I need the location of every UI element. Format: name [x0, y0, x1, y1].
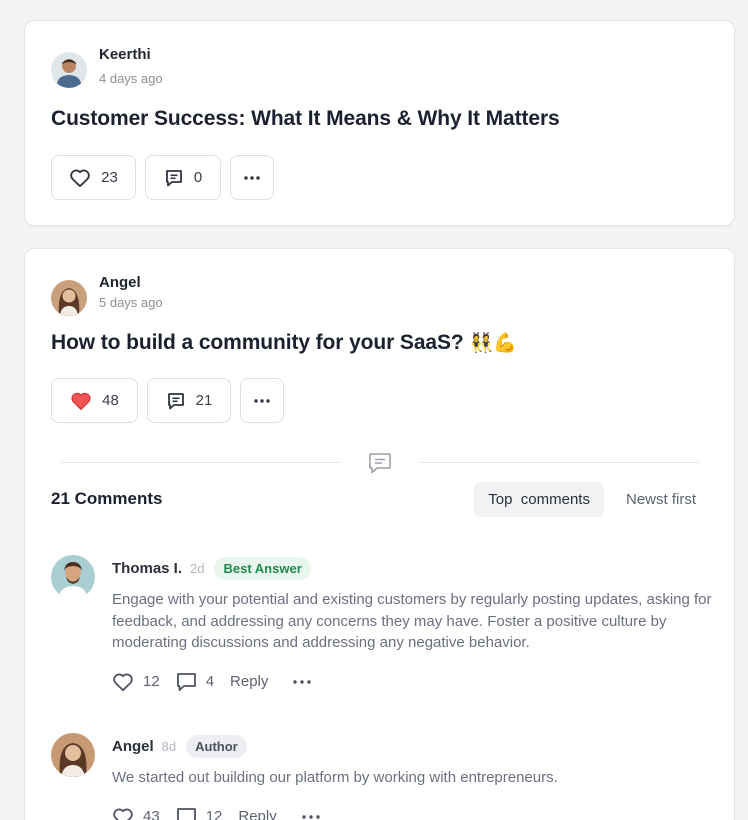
comment-icon — [165, 169, 182, 186]
avatar[interactable] — [51, 52, 87, 88]
title-emoji: 👯💪 — [469, 333, 517, 354]
heart-icon — [70, 169, 90, 187]
comment-icon — [176, 672, 196, 691]
post-author-row: Angel 5 days ago — [51, 273, 163, 316]
author-badge: Author — [186, 734, 247, 758]
more-button[interactable] — [240, 378, 284, 423]
comment-like-count: 43 — [143, 808, 160, 820]
post-time: 5 days ago — [99, 295, 163, 310]
post-time: 4 days ago — [99, 71, 163, 86]
heart-icon — [113, 673, 133, 691]
comment-replies-button[interactable]: 12 — [176, 807, 223, 820]
comment-actions: 12 4 Reply — [112, 672, 718, 692]
divider — [419, 462, 699, 463]
post-title-text: How to build a community for your SaaS? — [51, 331, 464, 354]
like-button[interactable]: 23 — [51, 155, 136, 200]
comments-count: 21 Comments — [51, 489, 163, 508]
best-answer-badge: Best Answer — [214, 556, 311, 580]
post-card: Angel 5 days ago How to build a communit… — [24, 248, 735, 820]
like-count: 23 — [101, 169, 118, 186]
comment-reply-count: 12 — [205, 808, 223, 820]
comment-actions: 43 12 Reply — [112, 807, 718, 820]
comment-button[interactable]: 21 — [147, 378, 231, 423]
avatar[interactable] — [51, 280, 87, 316]
reply-button[interactable]: Reply — [230, 673, 268, 690]
sort-tabs: Top comments Newst first — [474, 482, 710, 517]
like-button[interactable]: 48 — [51, 378, 138, 423]
comment-replies-button[interactable]: 4 — [176, 672, 214, 692]
comment-icon — [167, 392, 184, 409]
comment-author[interactable]: Thomas I. — [112, 560, 182, 577]
post-author-row: Keerthi 4 days ago — [51, 45, 163, 89]
comment-like-count: 12 — [143, 673, 160, 690]
post-actions: 48 21 — [51, 378, 284, 423]
chat-divider-icon — [369, 453, 391, 474]
comment-like-button[interactable]: 43 — [112, 807, 160, 820]
comment-age: 2d — [190, 560, 205, 576]
comment-age: 8d — [161, 738, 177, 754]
comment-icon — [176, 807, 196, 820]
post-card: Keerthi 4 days ago Customer Success: Wha… — [24, 20, 735, 226]
divider — [61, 462, 341, 463]
comment-button[interactable]: 0 — [145, 155, 221, 200]
sort-top-comments[interactable]: Top comments — [474, 482, 604, 517]
comment-reply-count: 4 — [205, 673, 215, 690]
more-icon — [244, 175, 260, 180]
comment-text: Engage with your potential and existing … — [112, 591, 712, 651]
more-button[interactable] — [230, 155, 274, 200]
sort-newest-first[interactable]: Newst first — [612, 482, 710, 517]
comment-like-button[interactable]: 12 — [112, 672, 160, 692]
comment-author[interactable]: Angel — [112, 738, 154, 755]
like-count: 48 — [102, 392, 119, 409]
avatar[interactable] — [51, 555, 95, 599]
post-title[interactable]: Customer Success: What It Means & Why It… — [51, 107, 560, 131]
reply-button[interactable]: Reply — [238, 808, 276, 820]
author-name[interactable]: Angel — [99, 273, 163, 293]
post-title[interactable]: How to build a community for your SaaS? 👯… — [51, 331, 517, 355]
heart-icon — [113, 808, 133, 820]
more-icon[interactable] — [292, 679, 312, 684]
comment-count: 21 — [195, 392, 213, 409]
post-actions: 23 0 — [51, 155, 274, 200]
more-icon — [254, 398, 270, 403]
heart-icon — [71, 392, 91, 410]
comment-count: 0 — [193, 169, 203, 186]
author-name[interactable]: Keerthi — [99, 45, 163, 65]
more-icon[interactable] — [301, 814, 321, 819]
post-title-text: Customer Success: What It Means & Why It… — [51, 107, 560, 130]
avatar[interactable] — [51, 733, 95, 777]
comment-text: We started out building our platform by … — [112, 769, 558, 786]
